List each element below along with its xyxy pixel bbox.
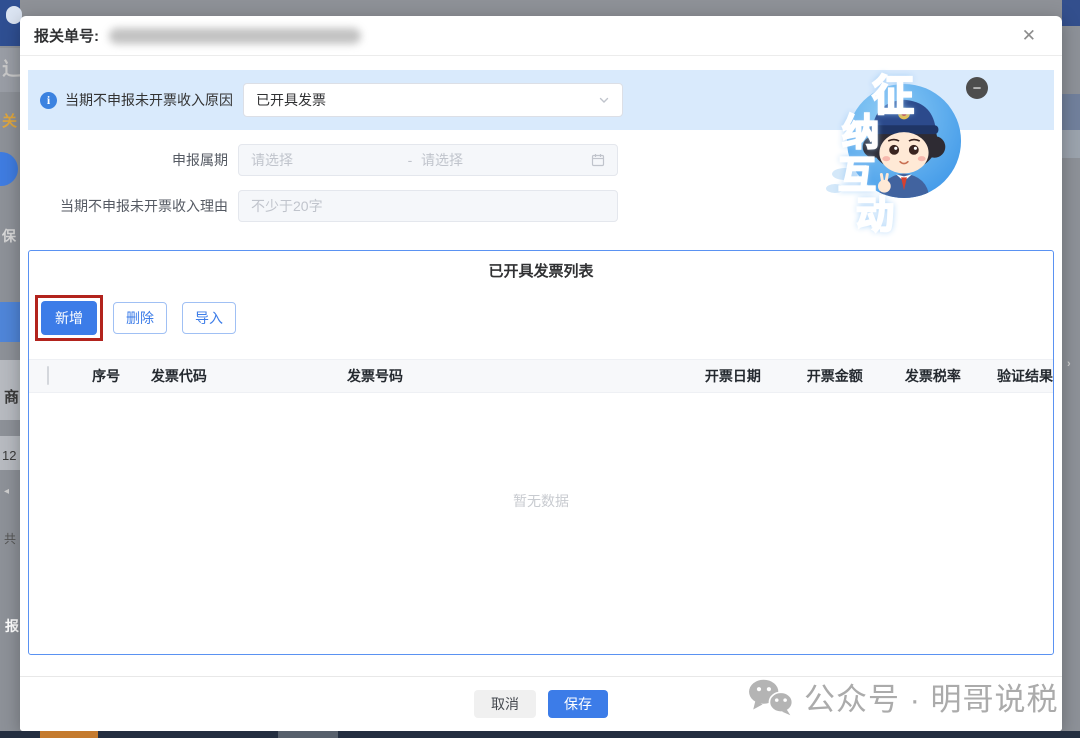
background-fragment-number: 12 — [2, 448, 16, 463]
redacted-declaration-number — [109, 28, 361, 44]
close-icon[interactable]: ✕ — [1022, 27, 1036, 44]
panel-title: 已开具发票列表 — [29, 260, 1053, 281]
background-patch — [1062, 94, 1080, 130]
reason-select[interactable]: 已开具发票 — [243, 83, 623, 117]
taskbar-gray-segment — [278, 731, 338, 738]
background-right-strip: › — [1062, 0, 1080, 738]
minus-icon: − — [973, 81, 982, 96]
background-fragment-arrow: ◂ — [4, 486, 9, 497]
background-header-fragment — [0, 0, 20, 46]
empty-state-text: 暂无数据 — [29, 393, 1053, 608]
column-header-seq: 序号 — [92, 366, 151, 386]
modal-header: 报关单号: — [20, 16, 1062, 56]
background-header-fragment — [1062, 0, 1080, 26]
period-separator: - — [399, 152, 421, 168]
background-patch — [1062, 130, 1080, 158]
modal-title: 报关单号: — [34, 25, 99, 46]
issued-invoices-panel: 已开具发票列表 新增 删除 导入 序号 发票代码 发票号码 开票日期 开票金额 … — [28, 250, 1054, 655]
period-range-input[interactable]: 请选择 - 请选择 — [238, 144, 618, 176]
background-chevron-fragment: › — [1067, 358, 1071, 370]
period-label: 申报属期 — [28, 150, 228, 170]
red-annotation-box: 新增 — [35, 295, 103, 341]
cancel-button[interactable]: 取消 — [474, 690, 536, 718]
background-fragment-bao: 保 — [2, 226, 16, 246]
column-header-invoice-code: 发票代码 — [151, 366, 347, 386]
declaration-modal: 报关单号: ✕ i 当期不申报未开票收入原因 已开具发票 — [20, 16, 1062, 731]
background-blue-disc-fragment — [0, 152, 18, 186]
background-fragment-tab-text: 报 — [5, 616, 19, 636]
background-active-tab-fragment: 报 — [0, 302, 20, 342]
column-header-invoice-number: 发票号码 — [347, 366, 705, 386]
reason-select-value: 已开具发票 — [256, 90, 326, 110]
screen: 辶 关 保 报 商 12 ◂ 共 › 报关单号: ✕ i 当期不申报未 — [0, 0, 1080, 738]
background-left-strip: 辶 关 保 报 商 12 ◂ 共 — [0, 0, 20, 738]
reason-input[interactable] — [238, 190, 618, 222]
toolbar: 新增 删除 导入 — [35, 295, 1053, 341]
column-header-invoice-date: 开票日期 — [705, 366, 807, 386]
taskbar-orange-segment — [40, 731, 98, 738]
background-fragment-gong: 共 — [4, 530, 16, 547]
background-fragment-shang: 商 — [4, 386, 19, 407]
reason-label: 当期不申报未开票收入理由 — [28, 196, 228, 216]
period-start-placeholder: 请选择 — [251, 150, 399, 170]
mascot-char: 动 — [856, 184, 894, 239]
import-button[interactable]: 导入 — [182, 302, 236, 334]
background-taskbar — [0, 731, 1080, 738]
column-header-tax-rate: 发票税率 — [905, 366, 997, 386]
column-header-verify-result: 验证结果 — [997, 366, 1053, 386]
select-all-checkbox[interactable] — [47, 366, 49, 385]
calendar-icon — [591, 153, 605, 167]
tax-mascot-widget[interactable]: 征 纳 互 动 — [832, 56, 1032, 226]
reason-select-label: 当期不申报未开票收入原因 — [65, 90, 233, 110]
period-end-placeholder: 请选择 — [421, 150, 591, 170]
save-button[interactable]: 保存 — [548, 690, 608, 718]
delete-button[interactable]: 删除 — [113, 302, 167, 334]
chevron-down-icon — [598, 94, 610, 106]
column-header-invoice-amount: 开票金额 — [807, 366, 905, 386]
background-fragment-back: 辶 — [2, 54, 21, 81]
info-icon: i — [40, 92, 57, 109]
minimize-button[interactable]: − — [966, 77, 988, 99]
add-button[interactable]: 新增 — [41, 301, 97, 335]
background-fragment-guan: 关 — [2, 110, 17, 131]
table-header-row: 序号 发票代码 发票号码 开票日期 开票金额 发票税率 验证结果 — [29, 359, 1053, 393]
modal-footer: 取消 保存 — [20, 676, 1062, 731]
